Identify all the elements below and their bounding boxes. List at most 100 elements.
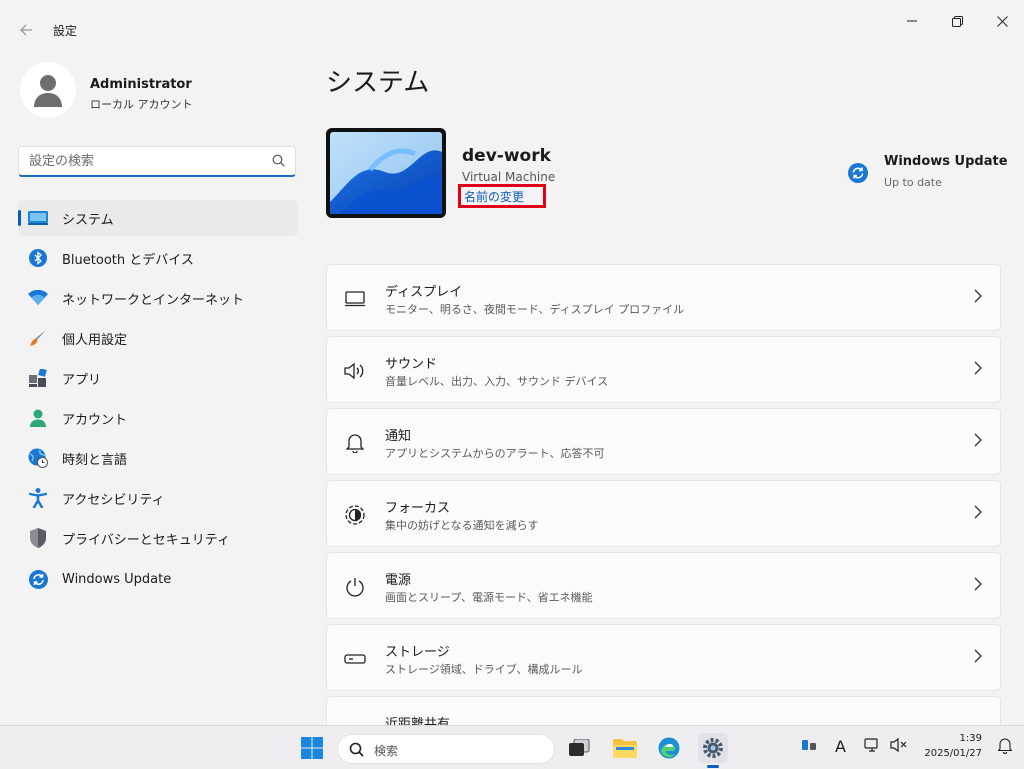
sidebar-item-personalization[interactable]: 個人用設定 [18,320,298,356]
rename-highlight-box[interactable]: 名前の変更 [458,184,546,208]
user-name: Administrator [90,77,192,92]
task-view-icon [569,739,590,756]
search-input[interactable] [29,147,259,176]
speaker-icon [343,359,367,383]
storage-icon [343,647,367,671]
avatar[interactable] [20,62,76,118]
account-icon [28,408,48,428]
sidebar-item-label: Bluetooth とデバイス [62,252,194,268]
rename-link[interactable]: 名前の変更 [464,188,524,205]
windows-update-status: Up to date [884,176,942,189]
card-description: 音量レベル、出力、入力、サウンド デバイス [385,375,609,388]
sidebar-item-windows-update[interactable]: Windows Update [18,561,298,597]
sidebar-item-apps[interactable]: アプリ [18,360,298,396]
card-storage[interactable]: ストレージ ストレージ領域、ドライブ、構成ルール [326,624,1001,691]
system-icon [28,208,48,228]
speaker-muted-icon[interactable] [890,737,908,757]
sidebar-item-network[interactable]: ネットワークとインターネット [18,280,298,316]
chevron-right-icon [974,649,982,663]
bluetooth-icon [28,248,48,268]
sidebar-item-privacy[interactable]: プライバシーとセキュリティ [18,520,298,556]
card-description: アプリとシステムからのアラート、応答不可 [385,447,605,460]
wifi-icon [28,288,48,308]
minimize-button[interactable] [889,0,935,42]
search-icon [349,742,364,757]
sidebar-item-accessibility[interactable]: アクセシビリティ [18,480,298,516]
chevron-right-icon [974,433,982,447]
back-button[interactable] [12,16,40,44]
settings-search[interactable] [18,146,296,177]
device-name: dev-work [462,146,551,166]
card-title: フォーカス [385,501,451,516]
bell-icon [343,431,367,455]
search-icon[interactable] [272,154,285,167]
network-tray-icon [802,740,816,750]
clock-date[interactable]: 2025/01/27 [924,748,982,759]
card-description: 集中の妨げとなる通知を減らす [385,519,539,532]
sidebar-item-accounts[interactable]: アカウント [18,400,298,436]
maximize-button[interactable] [934,0,980,42]
restore-icon [951,15,963,27]
page-title: システム [326,68,430,98]
arrow-left-icon [20,24,32,36]
sidebar-item-label: アクセシビリティ [62,492,165,508]
active-app-indicator [707,765,719,768]
device-wallpaper-thumbnail [326,128,446,218]
clock-time[interactable]: 1:39 [960,733,982,744]
app-title: 設定 [53,24,78,38]
chevron-right-icon [974,289,982,303]
sidebar-item-time-language[interactable]: 時刻と言語 [18,440,298,476]
accessibility-icon [28,488,48,508]
time-language-icon [28,448,48,468]
task-view-button[interactable] [564,733,594,763]
device-model: Virtual Machine [462,170,556,184]
settings-app-button[interactable] [698,733,728,768]
windows-update-icon[interactable] [848,163,868,183]
minimize-icon [907,20,917,22]
card-title: ストレージ [385,645,450,660]
folder-icon [613,739,637,758]
sidebar-item-system[interactable]: システム [18,200,298,236]
apps-icon [28,368,48,388]
card-description: 画面とスリープ、電源モード、省エネ機能 [385,591,593,604]
sidebar-item-label: アカウント [62,412,128,428]
ime-indicator[interactable]: A [835,737,846,756]
edge-button[interactable] [654,733,684,763]
card-description: モニター、明るさ、夜間モード、ディスプレイ プロファイル [385,303,685,316]
person-icon [34,75,62,107]
card-title: 通知 [385,429,412,444]
card-sound[interactable]: サウンド 音量レベル、出力、入力、サウンド デバイス [326,336,1001,403]
sidebar-item-label: 時刻と言語 [62,452,128,468]
taskbar-search[interactable]: 検索 [337,734,555,764]
card-notifications[interactable]: 通知 アプリとシステムからのアラート、応答不可 [326,408,1001,475]
card-power[interactable]: 電源 画面とスリープ、電源モード、省エネ機能 [326,552,1001,619]
monitor-tray-icon[interactable] [864,737,880,757]
card-title: サウンド [385,357,438,372]
sidebar-item-label: システム [62,212,114,228]
notification-bell-icon[interactable] [997,738,1013,758]
focus-icon [343,503,367,527]
sidebar-item-label: プライバシーとセキュリティ [62,532,230,548]
chevron-right-icon [974,577,982,591]
close-button[interactable] [979,0,1024,42]
wallpaper-image [330,132,442,214]
account-type: ローカル アカウント [90,98,193,111]
windows-logo-icon [301,737,323,759]
card-description: ストレージ領域、ドライブ、構成ルール [385,663,583,676]
tray-app-icon[interactable] [801,737,817,757]
taskbar: 検索 A 1:39 2025/01/27 [0,725,1024,769]
taskbar-search-label: 検索 [374,744,399,758]
display-icon [343,287,367,311]
close-icon [996,15,1008,27]
card-focus[interactable]: フォーカス 集中の妨げとなる通知を減らす [326,480,1001,547]
file-explorer-button[interactable] [610,733,640,763]
sidebar-item-label: Windows Update [62,571,172,587]
start-button[interactable] [297,733,327,763]
edge-icon [658,737,680,759]
windows-update-title[interactable]: Windows Update [884,154,1008,169]
sidebar-item-bluetooth[interactable]: Bluetooth とデバイス [18,240,298,276]
gear-icon [703,738,723,758]
chevron-right-icon [974,361,982,375]
sidebar-item-label: ネットワークとインターネット [62,292,245,308]
card-display[interactable]: ディスプレイ モニター、明るさ、夜間モード、ディスプレイ プロファイル [326,264,1001,331]
